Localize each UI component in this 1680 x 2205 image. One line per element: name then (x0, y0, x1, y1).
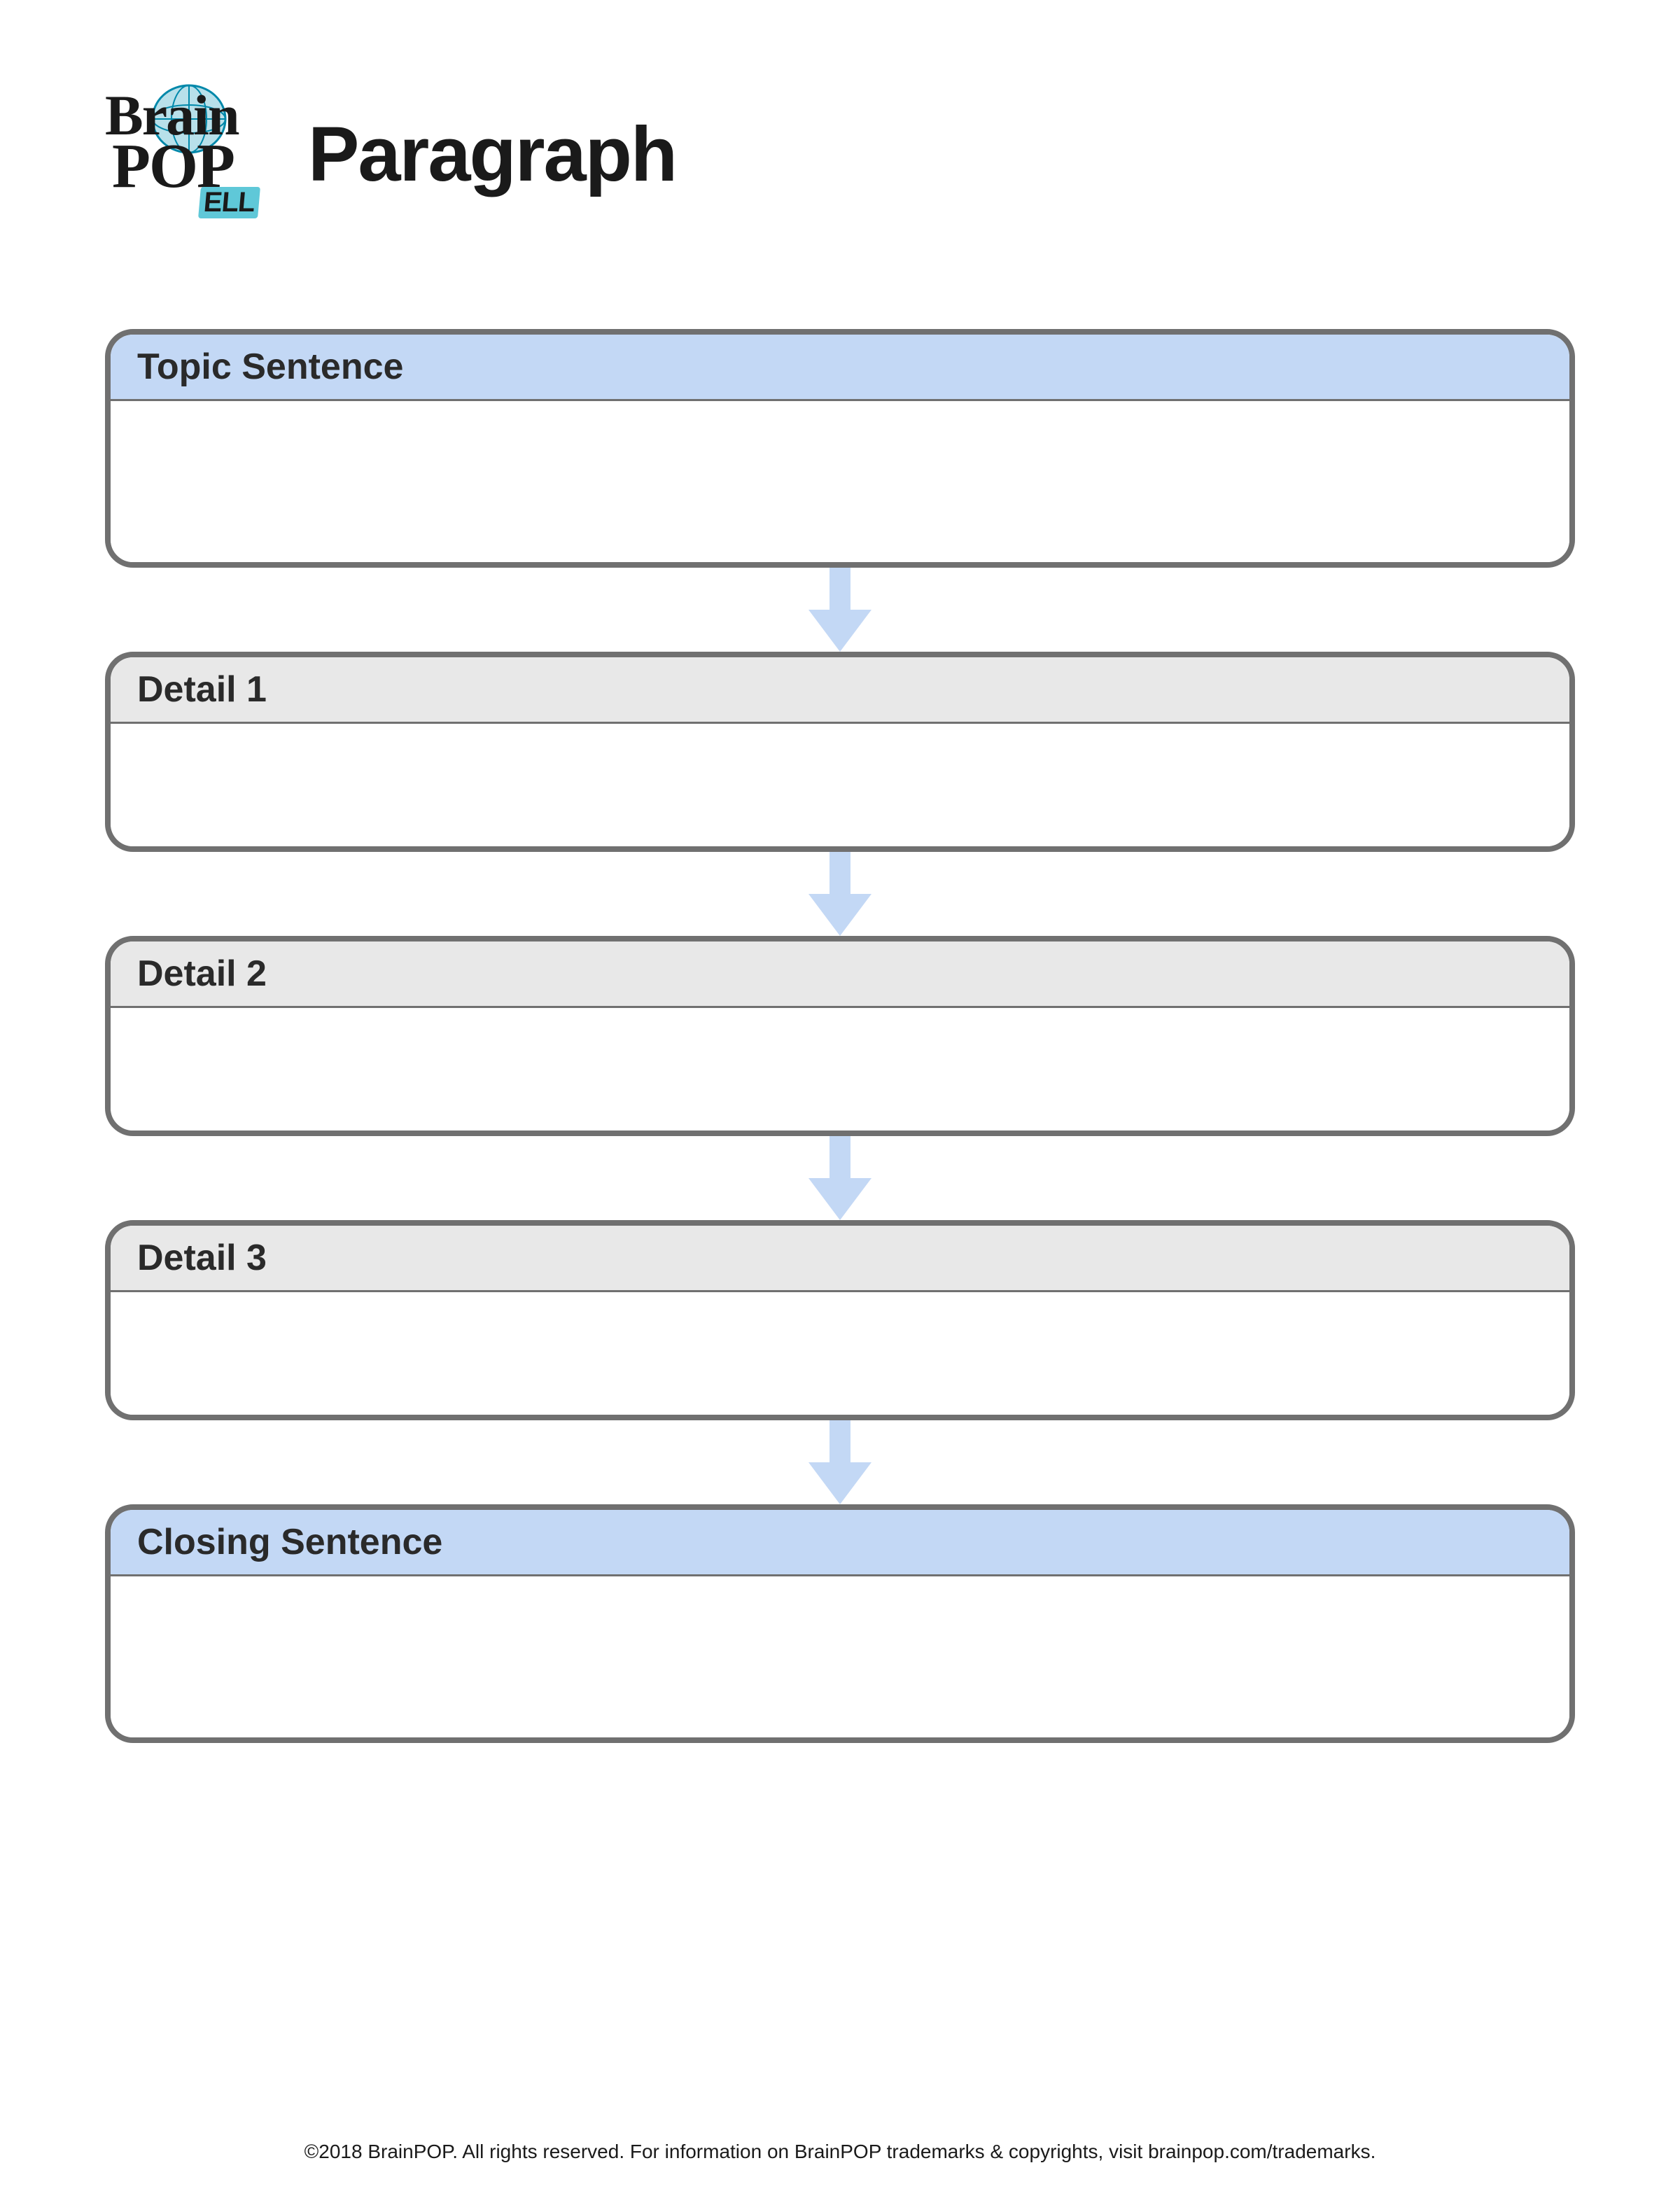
brainpop-logo: Brain POP ELL (105, 84, 266, 224)
topic-sentence-body[interactable] (111, 401, 1569, 562)
closing-sentence-header: Closing Sentence (111, 1510, 1569, 1576)
page-container: Brain POP ELL Paragraph Topic Sentence D… (0, 0, 1680, 2205)
detail-3-box: Detail 3 (105, 1220, 1575, 1420)
detail-3-header: Detail 3 (111, 1226, 1569, 1292)
arrow-wrap (808, 1420, 872, 1504)
detail-2-body[interactable] (111, 1008, 1569, 1130)
arrow-wrap (808, 568, 872, 652)
detail-2-box: Detail 2 (105, 936, 1575, 1136)
page-title: Paragraph (308, 110, 676, 199)
detail-2-header: Detail 2 (111, 941, 1569, 1008)
logo-ell-badge: ELL (198, 187, 260, 218)
footer-copyright: ©2018 BrainPOP. All rights reserved. For… (105, 2078, 1575, 2163)
logo-pop-text: POP (112, 140, 238, 194)
detail-1-header: Detail 1 (111, 657, 1569, 724)
logo-text: Brain POP (105, 91, 238, 193)
detail-3-body[interactable] (111, 1292, 1569, 1415)
arrow-wrap (808, 852, 872, 936)
closing-sentence-box: Closing Sentence (105, 1504, 1575, 1743)
closing-sentence-body[interactable] (111, 1576, 1569, 1737)
boxes-container: Topic Sentence Detail 1 Detail 2 (105, 329, 1575, 2078)
header-row: Brain POP ELL Paragraph (105, 84, 1575, 224)
detail-1-box: Detail 1 (105, 652, 1575, 852)
topic-sentence-header: Topic Sentence (111, 335, 1569, 401)
arrow-down-icon (808, 1420, 872, 1504)
arrow-wrap (808, 1136, 872, 1220)
arrow-down-icon (808, 568, 872, 652)
topic-sentence-box: Topic Sentence (105, 329, 1575, 568)
arrow-down-icon (808, 1136, 872, 1220)
detail-1-body[interactable] (111, 724, 1569, 846)
arrow-down-icon (808, 852, 872, 936)
